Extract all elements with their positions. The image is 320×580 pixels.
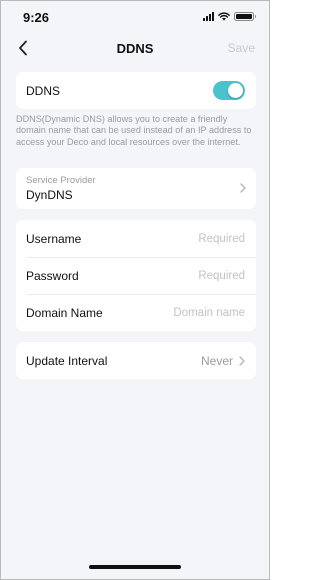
password-label: Password — [26, 268, 79, 283]
home-indicator[interactable] — [89, 565, 181, 569]
password-input[interactable]: Required — [198, 270, 245, 282]
status-icons — [203, 12, 256, 21]
update-interval-card[interactable]: Update Interval Never — [16, 342, 256, 379]
service-provider-card[interactable]: Service Provider DynDNS — [16, 168, 256, 209]
ddns-toggle[interactable] — [213, 81, 245, 100]
update-interval-label: Update Interval — [26, 353, 108, 368]
signal-icon — [203, 12, 214, 21]
ddns-toggle-card: DDNS — [16, 72, 256, 109]
credentials-card: Username Required Password Required Doma… — [16, 220, 256, 331]
status-time: 9:26 — [23, 10, 50, 25]
ddns-toggle-row: DDNS — [16, 72, 256, 109]
password-row[interactable]: Password Required — [16, 257, 256, 294]
username-input[interactable]: Required — [198, 233, 245, 245]
chevron-right-icon — [240, 183, 246, 193]
status-bar: 9:26 — [1, 1, 269, 33]
save-button[interactable]: Save — [228, 41, 255, 55]
battery-icon — [234, 12, 256, 21]
toggle-knob — [228, 83, 243, 98]
domain-name-label: Domain Name — [26, 305, 103, 320]
service-provider-label: Service Provider — [26, 175, 96, 186]
username-row[interactable]: Username Required — [16, 220, 256, 257]
chevron-right-icon — [239, 355, 245, 366]
ddns-description: DDNS(Dynamic DNS) allows you to create a… — [16, 114, 252, 147]
service-provider-value: DynDNS — [26, 188, 73, 202]
app-screen: 9:26 DDNS Save DDNS DDNS(Dynamic DNS) al… — [0, 0, 270, 580]
update-interval-value: Never — [200, 353, 233, 368]
domain-name-input[interactable]: Domain name — [173, 307, 245, 319]
wifi-icon — [218, 12, 230, 21]
nav-bar: DDNS Save — [1, 33, 269, 63]
update-interval-row[interactable]: Update Interval Never — [16, 342, 256, 379]
ddns-label: DDNS — [26, 83, 61, 98]
username-label: Username — [26, 231, 82, 246]
domain-name-row[interactable]: Domain Name Domain name — [16, 294, 256, 331]
service-provider-text: Service Provider DynDNS — [26, 175, 96, 202]
